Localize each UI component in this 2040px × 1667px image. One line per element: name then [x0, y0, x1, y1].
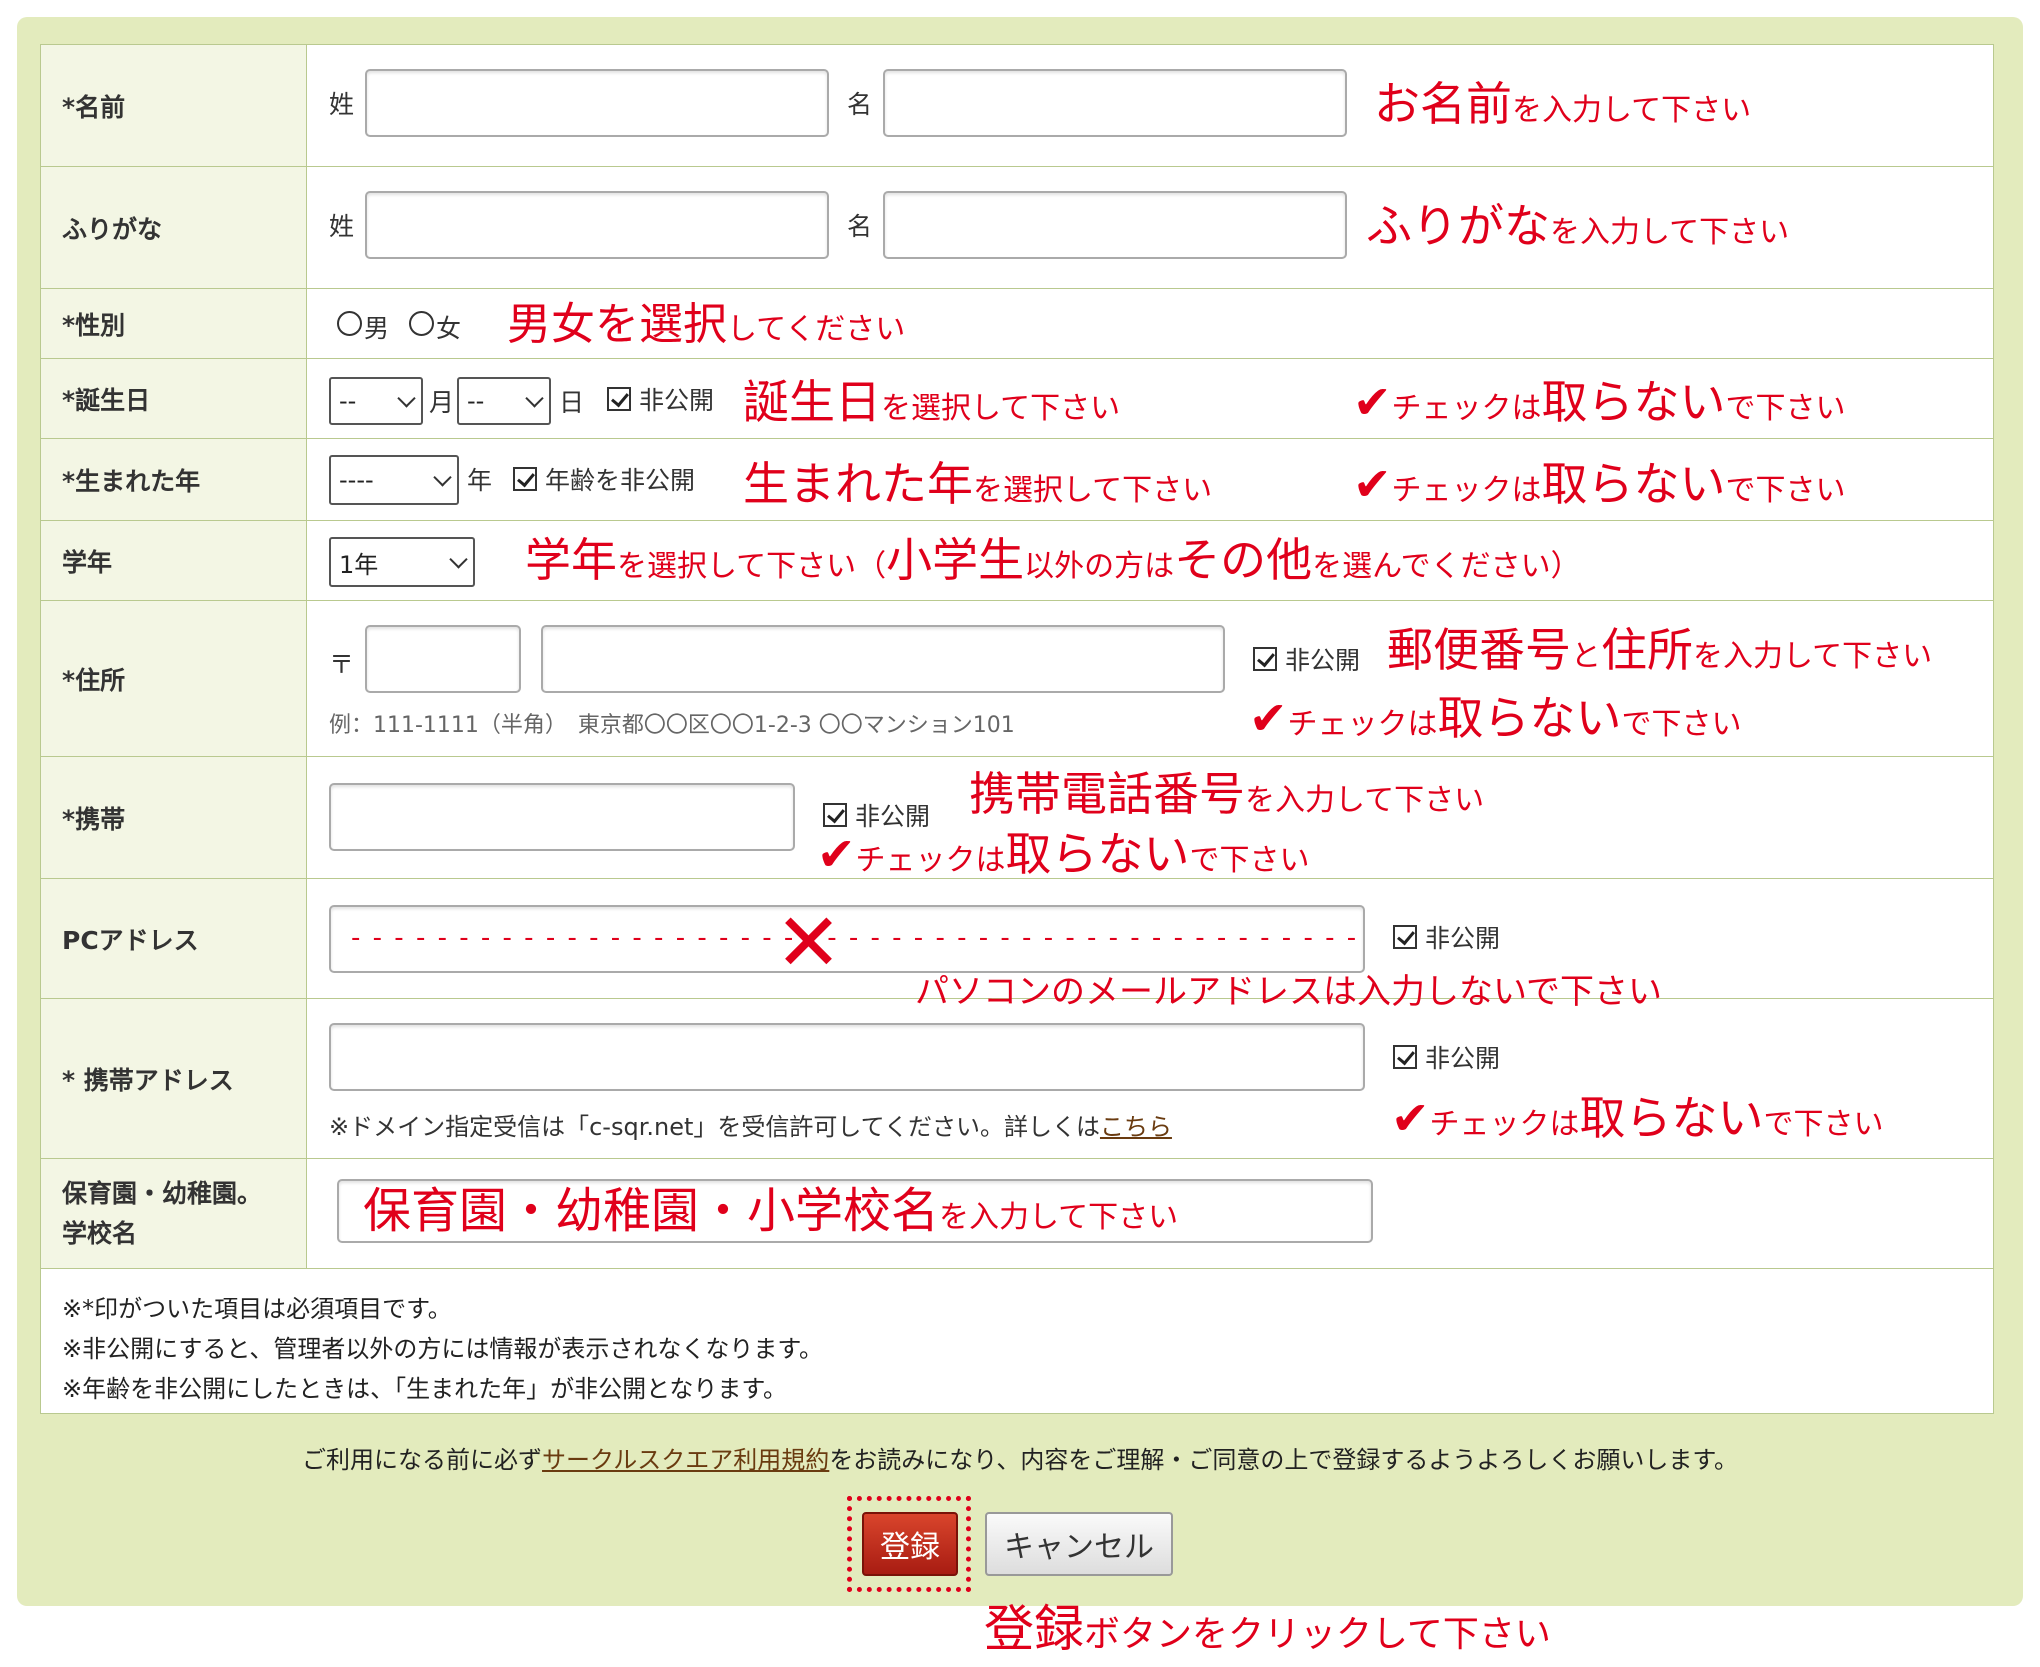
last-kana-label: 姓 — [329, 212, 355, 241]
gender-hint: 男女を選択してください — [507, 299, 906, 350]
register-button[interactable]: 登録 — [862, 1512, 958, 1576]
grade-select[interactable]: 1年 — [329, 537, 475, 587]
terms-text: ご利用になる前に必ずサークルスクエア利用規約をお読みになり、内容をご理解・ご同意… — [302, 1446, 1738, 1474]
mobile-hint: 携帯電話番号を入力して下さい — [969, 767, 1485, 821]
first-name-input[interactable] — [883, 69, 1347, 137]
pc-private-checkbox[interactable] — [1393, 925, 1417, 949]
grade-hint: 学年を選択して下さい（小学生以外の方はその他を選んでください） — [525, 533, 1581, 587]
name-hint: お名前を入力して下さい — [1374, 77, 1752, 131]
row-birth-year: *生まれた年 ---- 年 年齢を非公開 生まれた年を選択して下さい ✔チェック… — [41, 439, 1993, 521]
label-mobile-address: * 携帯アドレス — [41, 999, 307, 1158]
pc-address-input[interactable]: - - - - - - - - - - - - - - - - - - - - … — [329, 905, 1365, 973]
cross-icon: ✕ — [775, 896, 843, 989]
mobile-address-keep-check-hint: ✔チェックは取らないで下さい — [1391, 1091, 1884, 1145]
register-hint: 登録ボタンをクリックして下さい — [984, 1600, 1551, 1658]
birth-year-select[interactable]: ---- — [329, 455, 459, 505]
gender-female-label: 女 — [436, 314, 462, 343]
address-hint: 郵便番号と住所を入力して下さい — [1387, 623, 1933, 677]
mobile-address-input[interactable] — [329, 1023, 1365, 1091]
age-private-label: 年齢を非公開 — [545, 466, 696, 495]
label-address: *住所 — [41, 601, 307, 756]
birth-month-select[interactable]: -- — [329, 377, 423, 425]
address-private-checkbox[interactable] — [1253, 647, 1277, 671]
row-grade: 学年 1年 学年を選択して下さい（小学生以外の方はその他を選んでください） — [41, 521, 1993, 601]
cancel-button[interactable]: キャンセル — [985, 1512, 1173, 1576]
row-pc-address: PCアドレス - - - - - - - - - - - - - - - - -… — [41, 879, 1993, 1009]
birth-year-hint: 生まれた年を選択して下さい — [743, 457, 1213, 511]
domain-note: ※ドメイン指定受信は「c-sqr.net」を受信許可してください。詳しくはこちら — [329, 1113, 1172, 1141]
label-birth-year: *生まれた年 — [41, 439, 307, 520]
birth-day-select[interactable]: -- — [457, 377, 551, 425]
postal-mark: 〒 — [329, 650, 355, 679]
registration-form: *名前 姓 名 お名前を入力して下さい ふりがな 姓 名 ふりがなを入力して下さ… — [40, 44, 1994, 1414]
row-birthday: *誕生日 -- 月 -- 日 非公開 誕生日を選択して下さい ✔チェックは取らな… — [41, 359, 1993, 439]
postal-code-input[interactable] — [365, 625, 521, 693]
first-name-label: 名 — [847, 90, 873, 119]
label-birthday: *誕生日 — [41, 359, 307, 438]
mobile-keep-check-hint: ✔チェックは取らないで下さい — [817, 827, 1310, 881]
mobile-address-private-checkbox[interactable] — [1393, 1045, 1417, 1069]
gender-male-label: 男 — [364, 314, 390, 343]
row-kana: ふりがな 姓 名 ふりがなを入力して下さい — [41, 167, 1993, 289]
birthday-hint: 誕生日を選択して下さい — [743, 375, 1121, 429]
mobile-address-private-label: 非公開 — [1425, 1044, 1501, 1073]
first-kana-label: 名 — [847, 212, 873, 241]
first-kana-input[interactable] — [883, 191, 1347, 259]
year-unit: 年 — [467, 466, 493, 495]
day-unit: 日 — [559, 388, 585, 417]
birthday-private-checkbox[interactable] — [607, 387, 631, 411]
gender-female-radio[interactable] — [409, 311, 434, 336]
gender-male-radio[interactable] — [337, 311, 362, 336]
birthday-keep-check-hint: ✔チェックは取らないで下さい — [1353, 375, 1846, 429]
row-mobile-address: * 携帯アドレス 非公開 ※ドメイン指定受信は「c-sqr.net」を受信許可し… — [41, 999, 1993, 1159]
label-pc-address: PCアドレス — [41, 879, 307, 998]
last-name-input[interactable] — [365, 69, 829, 137]
row-address: *住所 〒 非公開 例：111-1111（半角） 東京都〇〇区〇〇1-2-3 〇… — [41, 601, 1993, 757]
details-link[interactable]: こちら — [1100, 1113, 1172, 1141]
last-kana-input[interactable] — [365, 191, 829, 259]
last-name-label: 姓 — [329, 90, 355, 119]
mobile-private-checkbox[interactable] — [823, 803, 847, 827]
month-unit: 月 — [429, 388, 455, 417]
label-mobile: *携帯 — [41, 757, 307, 878]
birth-year-keep-check-hint: ✔チェックは取らないで下さい — [1353, 457, 1846, 511]
label-name: *名前 — [41, 45, 307, 166]
pc-address-strike-dashes: - - - - - - - - - - - - - - - - - - - - … — [351, 923, 1359, 953]
mobile-private-label: 非公開 — [855, 802, 931, 831]
mobile-input[interactable] — [329, 783, 795, 851]
note-required: ※*印がついた項目は必須項目です。 — [62, 1295, 452, 1323]
pc-private-label: 非公開 — [1425, 924, 1501, 953]
age-private-checkbox[interactable] — [513, 467, 537, 491]
address-private-label: 非公開 — [1285, 646, 1361, 675]
label-school: 保育園・幼稚園。 学校名 — [41, 1159, 307, 1268]
note-age-private: ※年齢を非公開にしたときは、「生まれた年」が非公開となります。 — [62, 1375, 787, 1403]
address-keep-check-hint: ✔チェックは取らないで下さい — [1249, 691, 1742, 745]
label-kana: ふりがな — [41, 167, 307, 288]
label-grade: 学年 — [41, 521, 307, 600]
row-name: *名前 姓 名 お名前を入力して下さい — [41, 45, 1993, 167]
row-school: 保育園・幼稚園。 学校名 保育園・幼稚園・小学校名を入力して下さい — [41, 1159, 1993, 1269]
kana-hint: ふりがなを入力して下さい — [1366, 199, 1790, 253]
terms-link[interactable]: サークルスクエア利用規約 — [542, 1446, 829, 1474]
label-gender: *性別 — [41, 289, 307, 358]
row-mobile: *携帯 非公開 携帯電話番号を入力して下さい ✔チェックは取らないで下さい — [41, 757, 1993, 879]
address-input[interactable] — [541, 625, 1225, 693]
birthday-private-label: 非公開 — [639, 386, 715, 415]
address-example: 例：111-1111（半角） 東京都〇〇区〇〇1-2-3 〇〇マンション101 — [329, 713, 1015, 738]
note-private: ※非公開にすると、管理者以外の方には情報が表示されなくなります。 — [62, 1335, 823, 1363]
form-notes: ※*印がついた項目は必須項目です。 ※非公開にすると、管理者以外の方には情報が表… — [41, 1269, 1993, 1415]
school-hint: 保育園・幼稚園・小学校名を入力して下さい — [363, 1183, 1179, 1239]
row-gender: *性別 男 女 男女を選択してください — [41, 289, 1993, 359]
